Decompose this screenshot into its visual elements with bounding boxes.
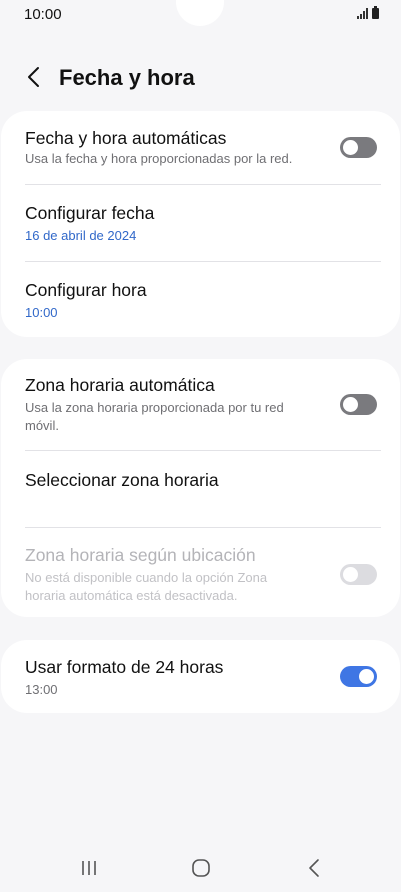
back-icon [309, 859, 319, 877]
set-date-value: 16 de abril de 2024 [25, 228, 137, 243]
status-icons [357, 6, 379, 19]
nav-back-button[interactable] [294, 854, 334, 882]
page-title: Fecha y hora [59, 65, 195, 90]
select-timezone-title: Seleccionar zona horaria [25, 470, 219, 490]
battery-icon [372, 6, 379, 19]
auto-timezone-title: Zona horaria automática [25, 375, 215, 395]
datetime-card: Fecha y hora automáticas Usa la fecha y … [1, 111, 400, 337]
status-bar: 10:00 [0, 0, 401, 32]
auto-timezone-subtitle-line1: Usa la zona horaria proporcionada por tu… [25, 400, 284, 415]
toggle-knob [343, 140, 358, 155]
set-date-row[interactable]: Configurar fecha 16 de abril de 2024 [1, 185, 400, 262]
chevron-left-icon [28, 67, 39, 87]
auto-datetime-title: Fecha y hora automáticas [25, 128, 227, 148]
set-time-row[interactable]: Configurar hora 10:00 [1, 262, 400, 337]
location-timezone-subtitle-line1: No está disponible cuando la opción Zona [25, 570, 268, 585]
auto-datetime-subtitle: Usa la fecha y hora proporcionadas por l… [25, 151, 293, 166]
header: Fecha y hora [0, 55, 401, 103]
location-timezone-toggle [340, 564, 377, 585]
signal-icon [357, 8, 368, 19]
back-button[interactable] [18, 61, 50, 93]
auto-timezone-toggle[interactable] [340, 394, 377, 415]
auto-datetime-row[interactable]: Fecha y hora automáticas Usa la fecha y … [1, 111, 400, 185]
home-button[interactable] [181, 854, 221, 882]
location-timezone-subtitle-line2: horaria automática está desactivada. [25, 588, 238, 603]
timezone-card: Zona horaria automática Usa la zona hora… [1, 359, 400, 617]
auto-timezone-subtitle-line2: móvil. [25, 418, 59, 433]
auto-datetime-toggle[interactable] [340, 137, 377, 158]
location-timezone-row: Zona horaria según ubicación No está dis… [1, 528, 400, 617]
toggle-knob [343, 397, 358, 412]
set-time-value: 10:00 [25, 305, 58, 320]
camera-notch [176, 0, 224, 26]
select-timezone-row[interactable]: Seleccionar zona horaria [1, 451, 400, 528]
set-date-title: Configurar fecha [25, 203, 155, 223]
format-card: Usar formato de 24 horas 13:00 [1, 640, 400, 713]
home-icon [192, 859, 210, 877]
toggle-knob [359, 669, 374, 684]
recent-apps-icon [82, 861, 96, 875]
recent-apps-button[interactable] [69, 854, 109, 882]
auto-timezone-row[interactable]: Zona horaria automática Usa la zona hora… [1, 359, 400, 450]
format-24h-toggle[interactable] [340, 666, 377, 687]
status-time: 10:00 [24, 6, 62, 23]
toggle-knob [343, 567, 358, 582]
format-24h-row[interactable]: Usar formato de 24 horas 13:00 [1, 640, 400, 713]
navigation-bar [0, 840, 401, 892]
set-time-title: Configurar hora [25, 280, 147, 300]
location-timezone-title: Zona horaria según ubicación [25, 545, 256, 565]
format-24h-value: 13:00 [25, 682, 58, 697]
format-24h-title: Usar formato de 24 horas [25, 657, 224, 677]
